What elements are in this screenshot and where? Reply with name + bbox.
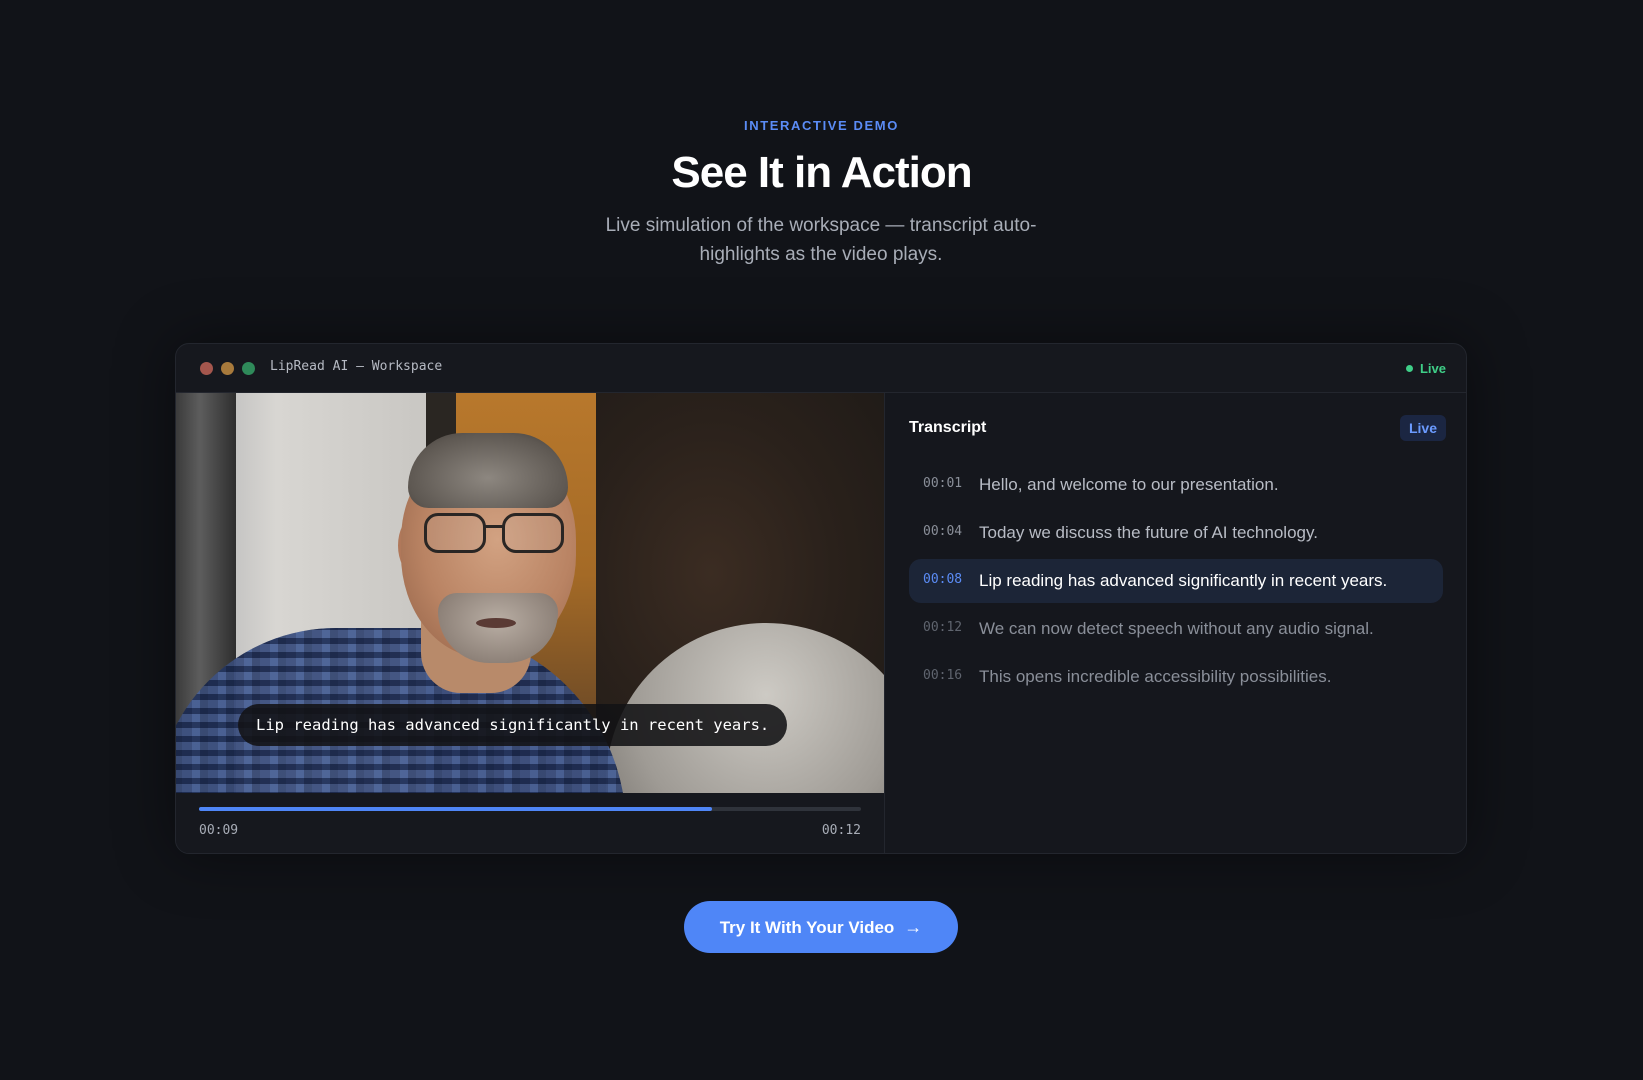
transcript-text: We can now detect speech without any aud… — [979, 619, 1374, 638]
progress-fill — [199, 807, 713, 811]
window-title: LipRead AI — Workspace — [270, 359, 443, 374]
current-time: 00:09 — [199, 823, 239, 838]
transcript-text: This opens incredible accessibility poss… — [979, 667, 1332, 686]
close-dot-icon — [200, 362, 213, 375]
transcript-timestamp: 00:16 — [923, 668, 963, 683]
demo-section: INTERACTIVE DEMO See It in Action Live s… — [0, 0, 1643, 1080]
transcript-line[interactable]: 00:12 We can now detect speech without an… — [909, 607, 1443, 651]
transcript-timestamp: 00:08 — [923, 572, 963, 587]
transcript-line[interactable]: 00:16 This opens incredible accessibility… — [909, 655, 1443, 699]
duration-time: 00:12 — [821, 823, 861, 838]
transcript-timestamp: 00:04 — [923, 524, 963, 539]
transcript-timestamp: 00:01 — [923, 476, 963, 491]
video-player[interactable]: Lip reading has advanced significantly i… — [176, 393, 884, 793]
progress-bar[interactable] — [199, 807, 861, 811]
minimize-dot-icon — [221, 362, 234, 375]
live-status: Live — [1405, 361, 1446, 376]
transcript-line[interactable]: 00:01 Hello, and welcome to our presentat… — [909, 463, 1443, 507]
cta-label: Try It With Your Video — [719, 918, 895, 937]
section-eyebrow: INTERACTIVE DEMO — [744, 118, 899, 133]
transcript-text: Lip reading has advanced significantly i… — [979, 571, 1388, 590]
section-title: See It in Action — [671, 148, 972, 197]
transcript-panel: Transcript Live 00:01 Hello, and welcome … — [884, 393, 1466, 853]
try-with-video-button[interactable]: Try It With Your Video → — [684, 901, 958, 953]
transcript-line[interactable]: 00:04 Today we discuss the future of AI t… — [909, 511, 1443, 555]
window-titlebar: LipRead AI — Workspace Live — [176, 344, 1466, 393]
maximize-dot-icon — [242, 362, 255, 375]
arrow-right-icon: → — [904, 917, 923, 937]
section-subtitle: Live simulation of the workspace — trans… — [605, 215, 1037, 265]
video-caption: Lip reading has advanced significantly i… — [238, 704, 788, 746]
transcript-title: Transcript — [909, 419, 987, 436]
transcript-text: Today we discuss the future of AI techno… — [979, 523, 1318, 542]
transcript-timestamp: 00:12 — [923, 620, 963, 635]
video-controls: 00:09 00:12 — [176, 793, 884, 853]
live-dot-icon — [1405, 365, 1413, 372]
live-status-label: Live — [1419, 361, 1446, 376]
transcript-text: Hello, and welcome to our presentation. — [979, 475, 1279, 494]
transcript-line[interactable]: 00:08 Lip reading has advanced significan… — [909, 559, 1443, 603]
transcript-live-badge: Live — [1399, 415, 1446, 441]
workspace-window: LipRead AI — Workspace Live Lip reading … — [175, 343, 1467, 854]
